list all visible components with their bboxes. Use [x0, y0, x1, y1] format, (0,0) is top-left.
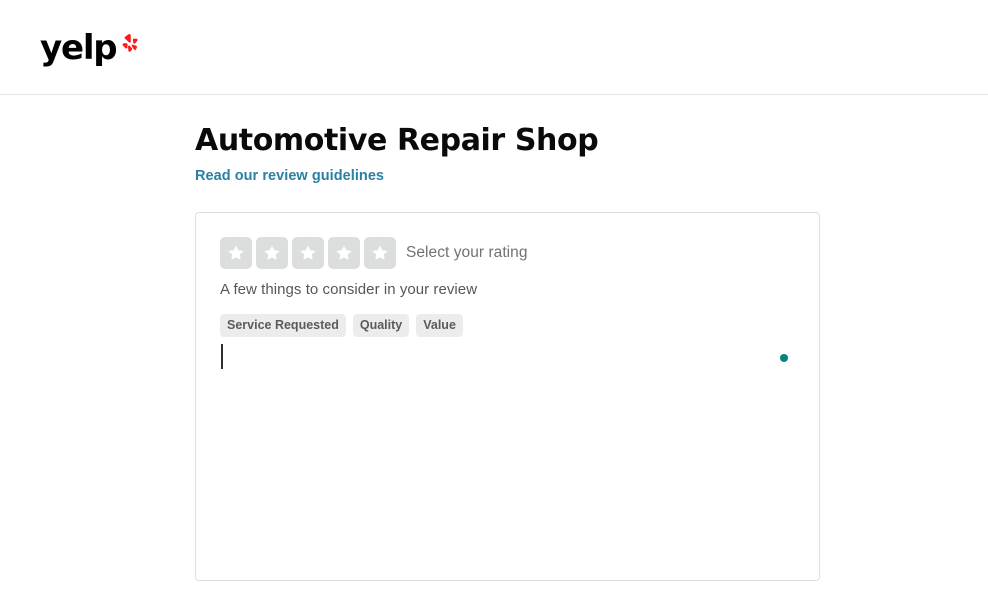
autosave-status-dot [780, 354, 788, 362]
chip-service-requested[interactable]: Service Requested [220, 314, 346, 337]
chip-quality[interactable]: Quality [352, 314, 410, 337]
star-rating-1[interactable] [220, 237, 252, 269]
rating-hint-label: Select your rating [406, 244, 528, 261]
yelp-logo-wordmark: yelp [40, 28, 118, 68]
star-rating-4[interactable] [328, 237, 360, 269]
yelp-burst-logo-icon [118, 32, 142, 61]
text-cursor [221, 344, 223, 369]
site-header: yelp [0, 0, 988, 95]
yelp-logo[interactable]: yelp [40, 31, 142, 67]
chip-value[interactable]: Value [416, 314, 463, 337]
star-rating-5[interactable] [364, 237, 396, 269]
star-rating-2[interactable] [256, 237, 288, 269]
star-rating-control[interactable]: Select your rating [220, 237, 528, 269]
review-form-card: Select your rating A few things to consi… [195, 212, 820, 581]
suggestion-chip-row: Service Requested Quality Value [220, 314, 463, 337]
review-guidelines-link[interactable]: Read our review guidelines [195, 168, 384, 184]
consider-label: A few things to consider in your review [220, 281, 478, 298]
review-text-input[interactable] [220, 342, 796, 557]
page-title: Automotive Repair Shop [195, 123, 599, 158]
star-rating-3[interactable] [292, 237, 324, 269]
